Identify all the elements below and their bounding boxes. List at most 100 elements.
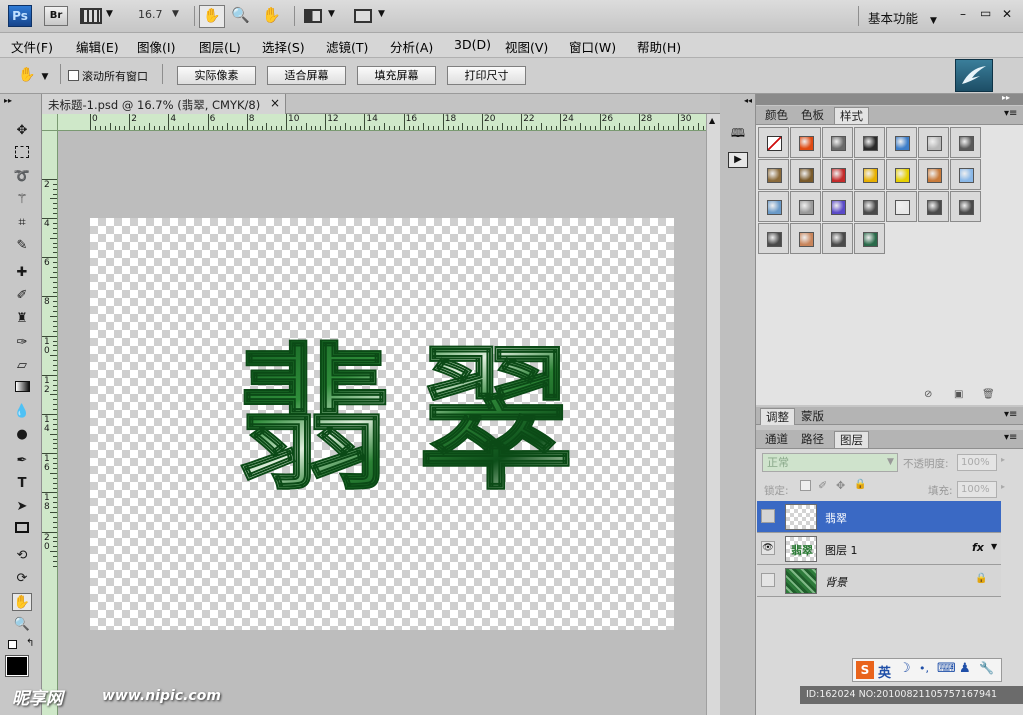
- layer-row-jade[interactable]: 翡翠: [757, 501, 1001, 533]
- style-swatch[interactable]: [886, 159, 917, 190]
- style-swatch[interactable]: [886, 127, 917, 158]
- document-tab[interactable]: 未标题-1.psd @ 16.7% (翡翠, CMYK/8) ×: [42, 94, 286, 114]
- visibility-toggle[interactable]: [761, 509, 775, 523]
- menu-analysis[interactable]: 分析(A): [390, 37, 433, 56]
- 3d-rotate-tool-icon[interactable]: ⟲: [12, 547, 32, 565]
- close-button[interactable]: ✕: [1002, 7, 1012, 21]
- gradient-tool-icon[interactable]: [12, 380, 32, 398]
- screen-mode-icon[interactable]: [354, 9, 372, 23]
- tab-adjustments[interactable]: 调整: [760, 408, 795, 425]
- lock-all-icon[interactable]: 🔒: [854, 479, 866, 490]
- crop-tool-icon[interactable]: ⌗: [12, 214, 32, 232]
- style-swatch[interactable]: [854, 159, 885, 190]
- pen-tool-icon[interactable]: ✒: [12, 452, 32, 470]
- style-swatch[interactable]: [758, 191, 789, 222]
- hand-tool-button[interactable]: ✋: [199, 5, 225, 28]
- document-canvas[interactable]: 翡翠: [90, 218, 674, 630]
- move-tool-icon[interactable]: ✥: [12, 122, 32, 140]
- tab-swatches[interactable]: 色板: [796, 107, 829, 124]
- tab-layers[interactable]: 图层: [834, 431, 869, 448]
- foreground-color-swatch[interactable]: [5, 655, 29, 677]
- history-panel-icon[interactable]: 🕮: [728, 124, 748, 142]
- style-swatch[interactable]: [950, 127, 981, 158]
- fill-input[interactable]: 100%: [957, 481, 997, 498]
- swap-colors-icon[interactable]: ↰: [26, 638, 34, 649]
- style-swatch[interactable]: [918, 127, 949, 158]
- style-swatch[interactable]: [918, 191, 949, 222]
- collapse-arrows-icon[interactable]: ▸▸: [4, 96, 12, 105]
- menu-filter[interactable]: 滤镜(T): [326, 37, 368, 56]
- fit-screen-button[interactable]: 适合屏幕: [267, 66, 346, 85]
- chevron-down-icon[interactable]: ▼: [328, 9, 335, 19]
- blur-tool-icon[interactable]: 💧: [12, 403, 32, 421]
- fill-screen-button[interactable]: 填充屏幕: [357, 66, 436, 85]
- style-swatch[interactable]: [950, 159, 981, 190]
- tab-paths[interactable]: 路径: [796, 431, 829, 448]
- punctuation-icon[interactable]: •,: [919, 662, 929, 675]
- ruler-left[interactable]: 2 4 6 8 10 12 14 16 18 20: [42, 131, 58, 715]
- tab-masks[interactable]: 蒙版: [796, 408, 829, 425]
- moon-icon[interactable]: ☽: [899, 661, 911, 676]
- film-strip-icon[interactable]: [80, 8, 102, 24]
- minimize-button[interactable]: –: [960, 7, 966, 21]
- style-swatch[interactable]: [822, 127, 853, 158]
- style-swatch[interactable]: [822, 223, 853, 254]
- style-swatch[interactable]: [790, 191, 821, 222]
- dodge-tool-icon[interactable]: ●: [12, 426, 32, 444]
- style-swatch[interactable]: [918, 159, 949, 190]
- style-swatch[interactable]: [758, 159, 789, 190]
- bridge-button[interactable]: Br: [44, 6, 68, 26]
- workspace-switcher[interactable]: 基本功能 ▼: [868, 8, 937, 27]
- eye-icon[interactable]: 👁: [761, 541, 775, 555]
- language-toggle[interactable]: 英: [878, 662, 891, 681]
- default-colors-icon[interactable]: [8, 640, 17, 649]
- actual-pixels-button[interactable]: 实际像素: [177, 66, 256, 85]
- lock-pixels-icon[interactable]: ✐: [818, 479, 827, 492]
- blend-mode-select[interactable]: 正常 ▼: [762, 453, 898, 472]
- hand-tool-icon[interactable]: ✋: [12, 593, 32, 611]
- visibility-toggle[interactable]: [761, 573, 775, 587]
- eraser-tool-icon[interactable]: ▱: [12, 357, 32, 375]
- type-tool-icon[interactable]: T: [12, 475, 32, 493]
- tab-channels[interactable]: 通道: [760, 431, 793, 448]
- tool-preset-picker[interactable]: ✋ ▼: [18, 67, 48, 83]
- shape-tool-icon[interactable]: [12, 521, 32, 539]
- style-swatch[interactable]: [886, 191, 917, 222]
- tab-styles[interactable]: 样式: [834, 107, 869, 124]
- new-style-icon[interactable]: ▣: [954, 389, 963, 400]
- tab-color[interactable]: 颜色: [760, 107, 793, 124]
- lasso-tool-icon[interactable]: ➰: [12, 168, 32, 186]
- chevron-down-icon[interactable]: ▼: [378, 9, 385, 19]
- style-swatch[interactable]: [822, 159, 853, 190]
- layer-row-layer1[interactable]: 👁 翡翠 图层 1 fx ▼: [757, 533, 1001, 565]
- magic-wand-tool-icon[interactable]: ⚚: [12, 191, 32, 209]
- print-size-button[interactable]: 打印尺寸: [447, 66, 526, 85]
- eyedropper-tool-icon[interactable]: ✎: [12, 237, 32, 255]
- zoom-tool-icon[interactable]: 🔍: [231, 6, 250, 24]
- style-swatch[interactable]: [854, 191, 885, 222]
- clone-stamp-tool-icon[interactable]: ♜: [12, 310, 32, 328]
- menu-view[interactable]: 视图(V): [505, 37, 548, 56]
- style-swatch[interactable]: [758, 127, 789, 158]
- layer-row-background[interactable]: 背景 🔒: [757, 565, 1001, 597]
- panel-menu-icon[interactable]: ▾≡: [1004, 432, 1017, 443]
- style-swatch[interactable]: [854, 127, 885, 158]
- layer-effects-icon[interactable]: fx: [972, 541, 984, 554]
- actions-panel-icon[interactable]: ▶: [728, 152, 748, 168]
- ruler-top[interactable]: 0 2 4 6 8 10 12 14 16 18 20 22 24 26 28 30: [58, 114, 706, 131]
- vertical-scrollbar[interactable]: ▲: [706, 114, 720, 715]
- style-swatch[interactable]: [790, 159, 821, 190]
- history-brush-tool-icon[interactable]: ✑: [12, 334, 32, 352]
- chevron-down-icon[interactable]: ▼: [106, 9, 113, 19]
- menu-layer[interactable]: 图层(L): [199, 37, 241, 56]
- chevron-right-icon[interactable]: ▸: [1001, 455, 1005, 464]
- zoom-level-select[interactable]: 16.7 ▼: [138, 8, 188, 26]
- scroll-all-checkbox[interactable]: [68, 70, 79, 81]
- close-tab-icon[interactable]: ×: [270, 96, 280, 110]
- arrange-documents-icon[interactable]: [304, 9, 322, 23]
- style-swatch[interactable]: [854, 223, 885, 254]
- rotate-view-icon[interactable]: ✋: [262, 6, 281, 24]
- style-swatch[interactable]: [950, 191, 981, 222]
- opacity-input[interactable]: 100%: [957, 454, 997, 471]
- keyboard-icon[interactable]: ⌨: [937, 661, 956, 676]
